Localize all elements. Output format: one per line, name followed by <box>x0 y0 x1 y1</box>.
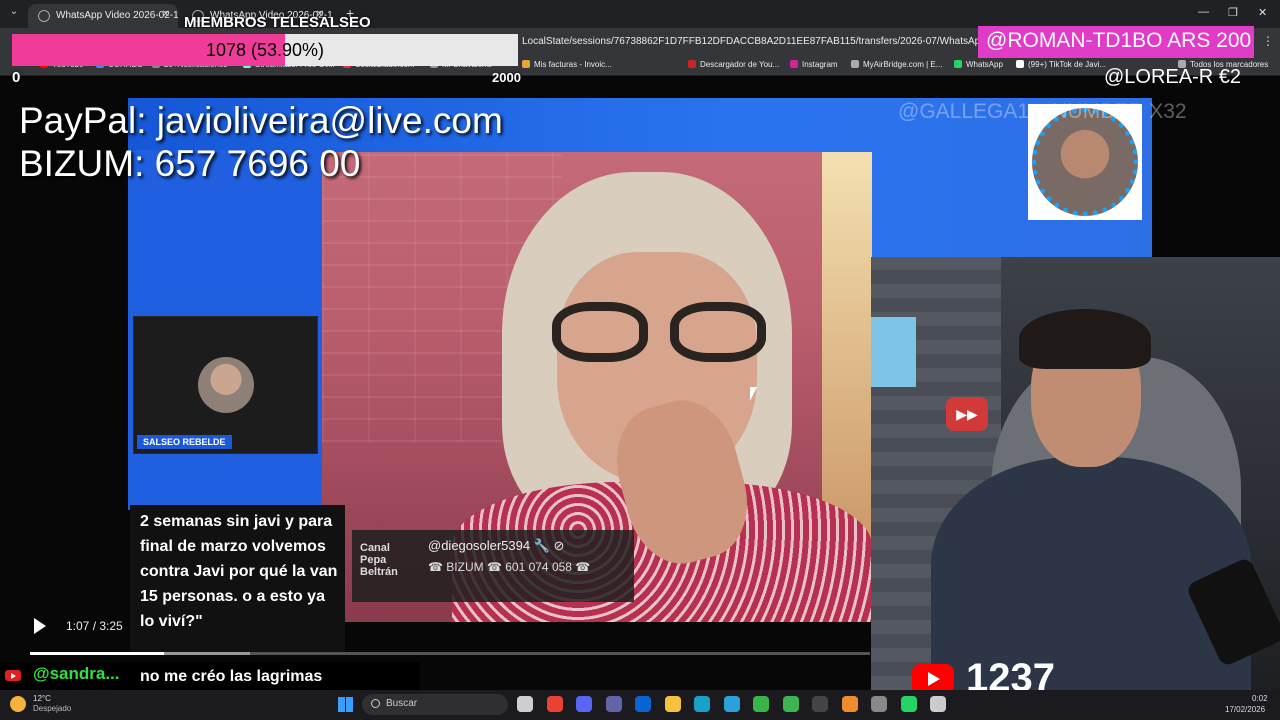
bookmark-item[interactable]: Instagram <box>790 60 838 69</box>
telegram-icon[interactable] <box>723 696 740 712</box>
edge-icon[interactable] <box>694 696 710 712</box>
maximize-button[interactable]: ❐ <box>1228 6 1238 19</box>
video-progress-bar[interactable] <box>30 652 870 655</box>
avatar <box>198 357 254 413</box>
browser-tab-1[interactable]: WhatsApp Video 2026-02-16 a ✕ <box>28 4 178 28</box>
screen-icon[interactable] <box>930 696 946 712</box>
task-view-icon[interactable] <box>517 696 533 712</box>
search-icon <box>371 699 380 708</box>
second-donor: @LOREA-R €2 <box>1104 66 1242 88</box>
bookmark-item[interactable]: MyAirBridge.com | E... <box>851 60 942 69</box>
whatsapp-icon[interactable] <box>900 696 917 712</box>
video-time: 1:07 / 3:25 <box>66 619 123 633</box>
invoice-icon <box>522 60 530 68</box>
streamer-hair <box>1019 309 1151 369</box>
channel-handle: @diegosoler5394 🔧 ⊘ <box>428 538 565 553</box>
whatsapp-icon <box>954 60 962 68</box>
start-icon[interactable] <box>338 697 353 712</box>
cloud-icon <box>851 60 859 68</box>
members-goal-text: 1078 (53.90%) <box>205 40 325 60</box>
members-goal-title: MIEMBROS TELESALSEO <box>184 14 371 31</box>
file-explorer-icon[interactable] <box>664 696 681 712</box>
globe-icon <box>38 10 50 22</box>
bizum-text: BIZUM: 657 7696 00 <box>19 143 361 184</box>
youtube-icon <box>5 670 21 681</box>
streamer-webcam: ▶▶ <box>871 257 1280 690</box>
clock-time: 0:02 <box>1252 694 1268 703</box>
fast-forward-icon: ▶▶ <box>946 397 988 431</box>
channel-sticker: Canal Pepa Beltrán @diegosoler5394 🔧 ⊘ ☎… <box>352 530 634 602</box>
globe-icon[interactable] <box>753 696 769 712</box>
mouse-cursor-icon <box>750 387 757 401</box>
paypal-text: PayPal: javioliveira@live.com <box>19 100 503 141</box>
app-icon[interactable] <box>871 696 887 712</box>
participant-tile: SALSEO REBELDE <box>133 316 318 454</box>
close-window-button[interactable]: ✕ <box>1258 6 1267 19</box>
taskbar-search[interactable]: Buscar <box>362 694 508 715</box>
tiktok-icon <box>1016 60 1024 68</box>
play-icon[interactable] <box>34 618 46 634</box>
screen: ⌄ WhatsApp Video 2026-02-16 a ✕ WhatsApp… <box>0 0 1280 720</box>
members-goal-min: 0 <box>12 69 21 86</box>
teams-icon[interactable] <box>605 696 622 712</box>
minimize-button[interactable]: — <box>1198 6 1209 18</box>
url-text: LocalState/sessions/76738862F1D7FFB12DFD… <box>522 36 1032 47</box>
channel-bizum: ☎ BIZUM ☎ 601 074 058 ☎ <box>428 560 591 574</box>
bookmark-item[interactable]: Mis facturas - Invoic... <box>522 60 612 69</box>
close-icon[interactable]: ✕ <box>162 9 170 20</box>
participant-label: SALSEO REBELDE <box>137 435 232 449</box>
menu-icon[interactable]: ⋮ <box>1262 34 1274 48</box>
weather-desc: Despejado <box>33 704 72 713</box>
weather-temp: 12°C <box>33 694 51 703</box>
donor-ticker: @GALLEGA1... NUMBER X32 <box>898 100 1187 123</box>
bookmark-item[interactable]: WhatsApp <box>954 60 1003 69</box>
discord-icon[interactable] <box>576 696 592 712</box>
tab-1-label: WhatsApp Video 2026-02-16 a <box>56 10 178 21</box>
brave-icon[interactable] <box>841 696 858 712</box>
instagram-icon <box>790 60 798 68</box>
monitor <box>871 317 916 387</box>
chrome-icon[interactable] <box>546 696 563 712</box>
top-donor-badge: @ROMAN-TD1BO ARS 200 <box>978 26 1254 58</box>
download-icon <box>688 60 696 68</box>
bookmark-item[interactable]: Descargador de You... <box>688 60 779 69</box>
chat-username: @sandra... <box>33 664 120 683</box>
avatar <box>1032 108 1138 216</box>
members-goal-max: 2000 <box>492 70 521 85</box>
glasses <box>552 302 772 362</box>
video-played <box>30 652 165 655</box>
quote-text: 2 semanas sin javi y para final de marzo… <box>140 513 338 630</box>
camtasia-icon[interactable] <box>782 696 799 712</box>
bookmark-item[interactable]: (99+) TikTok de Javi... <box>1016 60 1106 69</box>
outlook-icon[interactable] <box>635 696 651 712</box>
tab-search-icon[interactable]: ⌄ <box>6 6 22 22</box>
weather-icon[interactable] <box>10 696 26 712</box>
channel-logo: Canal Pepa Beltrán <box>360 542 398 578</box>
clock-date: 17/02/2026 <box>1225 705 1266 714</box>
video-buffered <box>164 652 251 655</box>
quote-box: 2 semanas sin javi y para final de marzo… <box>130 505 345 655</box>
obs-icon[interactable] <box>812 696 828 712</box>
search-placeholder: Buscar <box>386 698 418 709</box>
members-goal-bar: 1078 (53.90%) <box>12 34 518 66</box>
